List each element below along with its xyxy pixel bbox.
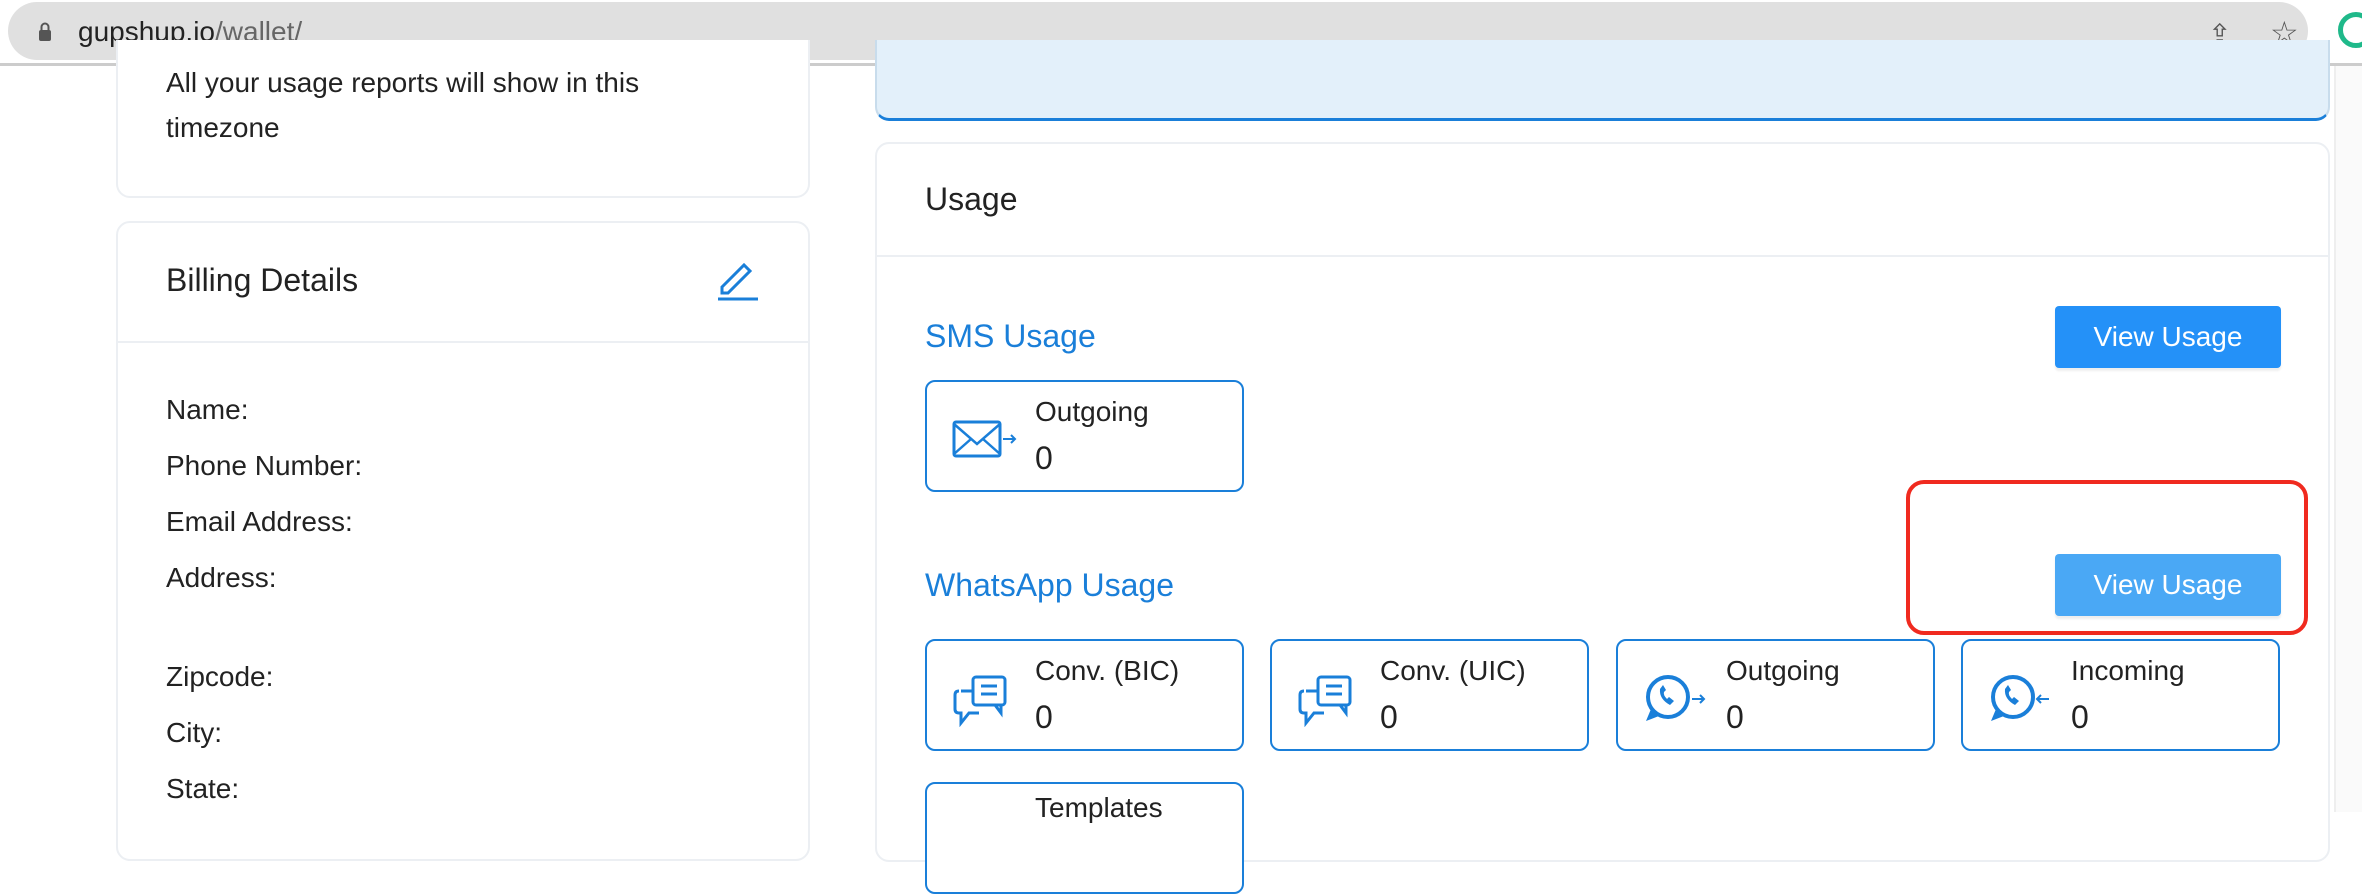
- wa-templates-card: Templates: [925, 782, 1244, 894]
- billing-address-label: Address:: [166, 562, 277, 593]
- card-label: Incoming: [2071, 655, 2185, 686]
- sms-view-usage-button[interactable]: View Usage: [2055, 306, 2281, 368]
- card-value: 0: [1035, 440, 1053, 476]
- wa-incoming-card: Incoming 0: [1961, 639, 2280, 751]
- billing-city-label: City:: [166, 717, 222, 748]
- card-label: Templates: [1035, 792, 1163, 823]
- divider: [877, 255, 2328, 257]
- billing-email-label: Email Address:: [166, 506, 353, 537]
- chat-bubbles-icon: [953, 675, 1007, 727]
- billing-name-label: Name:: [166, 394, 249, 425]
- whatsapp-incoming-icon: [1991, 675, 2049, 721]
- sms-outgoing-card: Outgoing 0: [925, 380, 1244, 492]
- scrollbar[interactable]: [2334, 66, 2362, 812]
- whatsapp-usage-title: WhatsApp Usage: [925, 567, 1175, 603]
- timezone-note-2: timezone: [166, 112, 280, 143]
- card-value: 0: [2071, 699, 2089, 735]
- highlight-box: [1906, 480, 2308, 635]
- card-label: Outgoing: [1726, 655, 1840, 686]
- chat-bubbles-icon: [1298, 675, 1352, 727]
- sms-usage-title: SMS Usage: [925, 318, 1096, 354]
- usage-title: Usage: [925, 181, 1018, 217]
- card-label: Conv. (UIC): [1380, 655, 1526, 686]
- billing-phone-label: Phone Number:: [166, 450, 363, 481]
- billing-zipcode-label: Zipcode:: [166, 661, 274, 692]
- billing-state-label: State:: [166, 773, 240, 804]
- wa-conv-uic-card: Conv. (UIC) 0: [1270, 639, 1589, 751]
- card-value: 0: [1035, 699, 1053, 735]
- card-label: Outgoing: [1035, 396, 1149, 427]
- envelope-outgoing-icon: [952, 420, 1017, 458]
- edit-pencil-icon[interactable]: [714, 255, 760, 301]
- card-label: Conv. (BIC): [1035, 655, 1180, 686]
- info-banner: [875, 40, 2330, 121]
- wa-outgoing-card: Outgoing 0: [1616, 639, 1935, 751]
- card-value: 0: [1726, 699, 1744, 735]
- billing-card: [116, 221, 810, 861]
- timezone-note: All your usage reports will show in this: [166, 67, 640, 98]
- wa-conv-bic-card: Conv. (BIC) 0: [925, 639, 1244, 751]
- card-value: 0: [1380, 699, 1398, 735]
- whatsapp-outgoing-icon: [1646, 675, 1706, 721]
- billing-title: Billing Details: [166, 262, 359, 298]
- lock-icon: [39, 22, 51, 41]
- divider: [118, 341, 808, 343]
- extension-icon[interactable]: [2338, 12, 2362, 48]
